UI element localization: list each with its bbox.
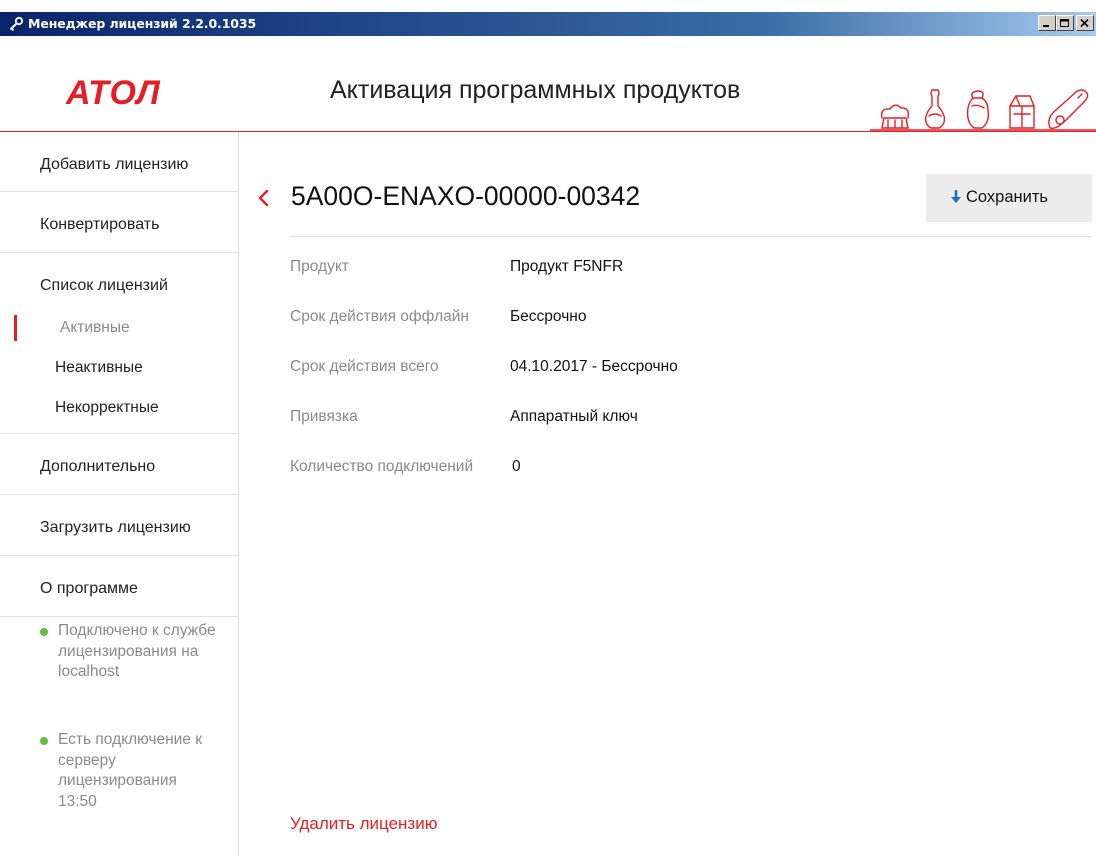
field-label: Привязка [290,408,358,425]
field-label: Продукт [290,258,349,275]
sidebar-item-label: Дополнительно [40,458,156,475]
window-title: Менеджер лицензий 2.2.0.1035 [28,16,257,31]
maximize-icon [1060,19,1069,27]
status-service-connection: Подключено к службе лицензирования на lo… [40,621,220,711]
food-illustration-icon [870,89,1096,131]
sidebar-item-incorrect[interactable]: Некорректные [0,394,238,430]
save-button-label: Сохранить [966,188,1048,206]
key-icon [8,16,24,32]
field-value: Аппаратный ключ [510,408,638,425]
status-dot-icon [40,628,48,636]
status-server-connection: Есть подключение к серверу лицензировани… [40,730,220,840]
field-label: Количество подключений [290,458,474,475]
sidebar-item-convert[interactable]: Конвертировать [0,193,238,253]
maximize-button[interactable] [1056,15,1074,31]
minimize-button[interactable] [1038,15,1056,31]
field-value: Продукт F5NFR [510,258,624,275]
sidebar-item-label: Неактивные [55,359,143,376]
license-key-title: 5A00O-ENAXO-00000-00342 [291,181,641,211]
sidebar-item-label: Добавить лицензию [40,156,189,173]
chevron-left-icon[interactable] [257,188,271,213]
page-title: Активация программных продуктов [330,76,741,104]
sidebar-item-label: Загрузить лицензию [40,519,191,536]
arrow-down-icon [950,189,962,207]
close-icon [1080,19,1089,28]
sidebar-item-additional[interactable]: Дополнительно [0,435,238,495]
main-content: 5A00O-ENAXO-00000-00342 Сохранить Продук… [239,132,1096,856]
status-dot-icon [40,737,48,745]
save-button[interactable]: Сохранить [926,174,1092,222]
sidebar-item-label: О программе [40,580,138,597]
minimize-icon [1043,25,1049,27]
status-text: Подключено к службе лицензирования на lo… [58,622,216,680]
app-header: АТОЛ Активация программных продуктов [0,36,1096,132]
sidebar: Добавить лицензию Конвертировать Список … [0,132,239,856]
top-strip [0,0,1096,12]
atol-logo: АТОЛ [66,74,161,112]
sidebar-item-label[interactable]: Список лицензий [40,277,168,295]
field-value: 04.10.2017 - Бессрочно [510,358,678,375]
sidebar-item-load-license[interactable]: Загрузить лицензию [0,496,238,556]
sidebar-item-add-license[interactable]: Добавить лицензию [0,132,238,192]
sidebar-item-label: Конвертировать [40,216,160,233]
license-manager-window: Менеджер лицензий 2.2.0.1035 АТОЛ Актива… [0,0,1096,856]
close-button[interactable] [1076,15,1094,31]
title-bar[interactable]: Менеджер лицензий 2.2.0.1035 [0,12,1096,36]
delete-license-link[interactable]: Удалить лицензию [290,814,437,834]
sidebar-item-about[interactable]: О программе [0,557,238,617]
status-text: Есть подключение к серверу лицензировани… [58,731,203,810]
field-value: 0 [512,458,521,475]
sidebar-item-label: Активные [60,319,130,336]
field-label: Срок действия оффлайн [290,308,469,325]
sidebar-item-inactive[interactable]: Неактивные [0,354,238,390]
divider [290,236,1092,237]
sidebar-item-label: Некорректные [55,399,159,416]
field-label: Срок действия всего [290,358,439,375]
sidebar-item-active[interactable]: Активные [0,314,238,350]
field-value: Бессрочно [510,308,587,325]
